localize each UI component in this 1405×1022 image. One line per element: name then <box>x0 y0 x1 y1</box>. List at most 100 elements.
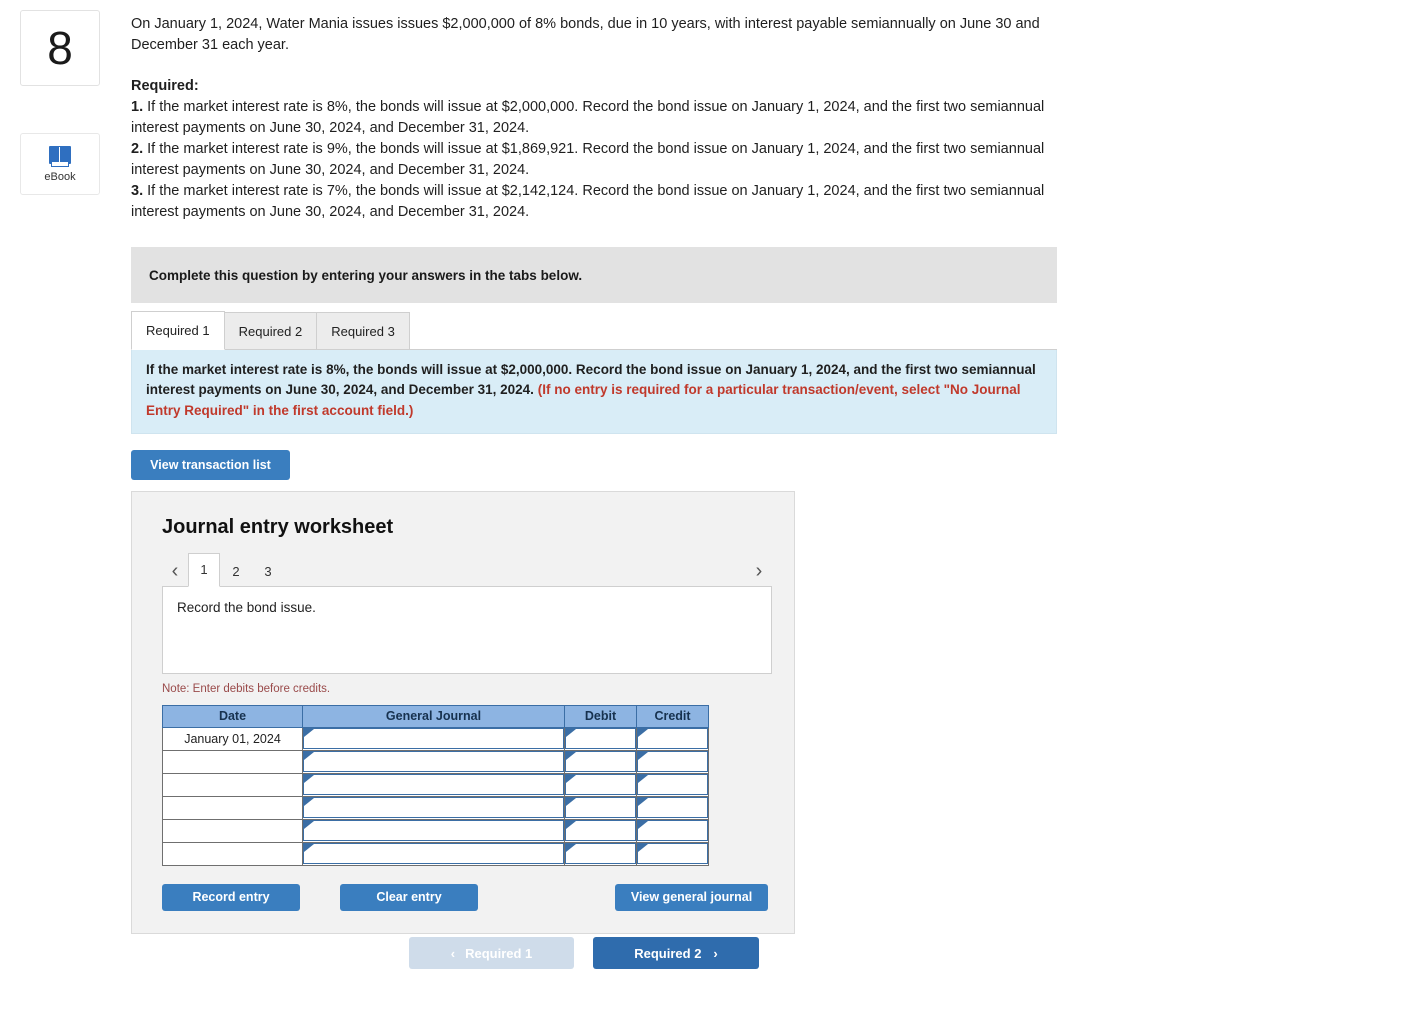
table-row <box>162 818 709 843</box>
ebook-label: eBook <box>44 170 76 183</box>
journal-debit-input-1[interactable] <box>565 728 636 750</box>
required-item-3: 3. If the market interest rate is 7%, th… <box>131 181 1057 223</box>
journal-date-cell-6[interactable] <box>162 841 303 866</box>
journal-credit-input-1[interactable] <box>637 728 708 750</box>
chevron-right-icon: › <box>713 945 718 961</box>
required-heading: Required: <box>131 78 199 95</box>
journal-debit-input-5[interactable] <box>565 820 636 842</box>
worksheet-prompt-text: Record the bond issue. <box>177 599 316 615</box>
journal-account-cell-3[interactable] <box>302 772 565 797</box>
journal-debit-cell-4[interactable] <box>564 795 637 820</box>
pager-next-icon[interactable]: › <box>746 557 772 587</box>
tab-required-1[interactable]: Required 1 <box>131 311 225 351</box>
next-required-button[interactable]: Required 2 › <box>593 937 759 969</box>
journal-header-row: Date General Journal Debit Credit <box>162 704 709 728</box>
complete-question-banner: Complete this question by entering your … <box>131 247 1057 304</box>
question-number-box: 8 <box>20 10 100 86</box>
required-item-1-text: If the market interest rate is 8%, the b… <box>131 99 1045 137</box>
journal-credit-cell-3[interactable] <box>636 772 709 797</box>
chevron-left-icon: ‹ <box>450 945 456 961</box>
view-general-journal-button[interactable]: View general journal <box>615 883 768 911</box>
required-item-3-number: 3. <box>131 183 144 200</box>
pager-page-3[interactable]: 3 <box>252 557 284 587</box>
required-block: Required: 1. If the market interest rate… <box>131 76 1057 223</box>
journal-credit-input-6[interactable] <box>637 843 708 865</box>
required-item-2-number: 2. <box>131 141 144 158</box>
journal-entry-table: Date General Journal Debit Credit Januar… <box>162 704 709 866</box>
table-row <box>162 795 709 820</box>
journal-credit-cell-6[interactable] <box>636 841 709 866</box>
journal-account-input-3[interactable] <box>303 774 564 796</box>
journal-account-cell-4[interactable] <box>302 795 565 820</box>
tab-required-3-label: Required 3 <box>331 323 395 339</box>
journal-header-credit: Credit <box>636 704 709 728</box>
journal-account-input-5[interactable] <box>303 820 564 842</box>
required-item-3-text: If the market interest rate is 7%, the b… <box>131 183 1045 221</box>
question-number: 8 <box>47 22 73 74</box>
journal-debit-cell-6[interactable] <box>564 841 637 866</box>
journal-credit-input-4[interactable] <box>637 797 708 819</box>
required-item-2: 2. If the market interest rate is 9%, th… <box>131 139 1057 181</box>
previous-required-button[interactable]: ‹ Required 1 <box>409 937 574 969</box>
journal-account-input-2[interactable] <box>303 751 564 773</box>
worksheet-action-buttons: Record entry Clear entry View general jo… <box>162 883 768 911</box>
journal-debit-cell-5[interactable] <box>564 818 637 843</box>
journal-credit-input-2[interactable] <box>637 751 708 773</box>
required-item-1: 1. If the market interest rate is 8%, th… <box>131 97 1057 139</box>
worksheet-title: Journal entry worksheet <box>162 515 394 538</box>
table-row <box>162 749 709 774</box>
table-row <box>162 841 709 866</box>
pager-prev-icon[interactable]: ‹ <box>162 557 188 587</box>
journal-debit-cell-1[interactable] <box>564 726 637 751</box>
tab-required-2-label: Required 2 <box>238 323 303 339</box>
tab-required-3[interactable]: Required 3 <box>316 312 410 351</box>
ebook-icon <box>49 145 71 167</box>
page-root: 8 eBook On January 1, 2024, Water Mania … <box>0 0 1405 1022</box>
journal-date-cell-1[interactable]: January 01, 2024 <box>162 726 303 751</box>
journal-credit-cell-4[interactable] <box>636 795 709 820</box>
ebook-button[interactable]: eBook <box>20 133 100 195</box>
journal-debit-input-6[interactable] <box>565 843 636 865</box>
left-rail: 8 eBook <box>20 10 100 195</box>
worksheet-prompt-box: Record the bond issue. <box>162 585 772 674</box>
journal-date-cell-5[interactable] <box>162 818 303 843</box>
journal-debit-input-4[interactable] <box>565 797 636 819</box>
bottom-navigation: ‹ Required 1 Required 2 › <box>409 937 759 969</box>
complete-question-text: Complete this question by entering your … <box>149 267 583 283</box>
tab-required-1-label: Required 1 <box>146 323 210 339</box>
journal-account-cell-6[interactable] <box>302 841 565 866</box>
view-transaction-list-button[interactable]: View transaction list <box>131 449 290 480</box>
journal-account-cell-1[interactable] <box>302 726 565 751</box>
journal-credit-input-5[interactable] <box>637 820 708 842</box>
previous-required-label: Required 1 <box>465 945 533 961</box>
journal-credit-cell-1[interactable] <box>636 726 709 751</box>
record-entry-button[interactable]: Record entry <box>162 883 300 911</box>
pager-page-1[interactable]: 1 <box>188 552 220 587</box>
journal-date-cell-3[interactable] <box>162 772 303 797</box>
tab-required-2[interactable]: Required 2 <box>223 312 318 351</box>
journal-account-input-4[interactable] <box>303 797 564 819</box>
journal-debit-input-2[interactable] <box>565 751 636 773</box>
journal-account-input-1[interactable] <box>303 728 564 750</box>
journal-date-cell-2[interactable] <box>162 749 303 774</box>
problem-intro: On January 1, 2024, Water Mania issues i… <box>131 16 1040 54</box>
pager-page-2[interactable]: 2 <box>220 557 252 587</box>
journal-credit-cell-2[interactable] <box>636 749 709 774</box>
journal-credit-cell-5[interactable] <box>636 818 709 843</box>
journal-account-cell-2[interactable] <box>302 749 565 774</box>
journal-debit-cell-3[interactable] <box>564 772 637 797</box>
next-required-label: Required 2 <box>634 945 702 961</box>
journal-header-date: Date <box>162 704 303 728</box>
journal-account-input-6[interactable] <box>303 843 564 865</box>
journal-credit-input-3[interactable] <box>637 774 708 796</box>
journal-account-cell-5[interactable] <box>302 818 565 843</box>
table-row: January 01, 2024 <box>162 726 709 751</box>
journal-header-general-journal: General Journal <box>302 704 565 728</box>
journal-date-cell-4[interactable] <box>162 795 303 820</box>
worksheet-pager: ‹ 1 2 3 › <box>162 552 772 587</box>
journal-debit-cell-2[interactable] <box>564 749 637 774</box>
journal-entry-worksheet-panel: Journal entry worksheet ‹ 1 2 3 › Record… <box>131 490 795 934</box>
clear-entry-button[interactable]: Clear entry <box>340 883 478 911</box>
debits-before-credits-note: Note: Enter debits before credits. <box>162 682 331 695</box>
journal-debit-input-3[interactable] <box>565 774 636 796</box>
